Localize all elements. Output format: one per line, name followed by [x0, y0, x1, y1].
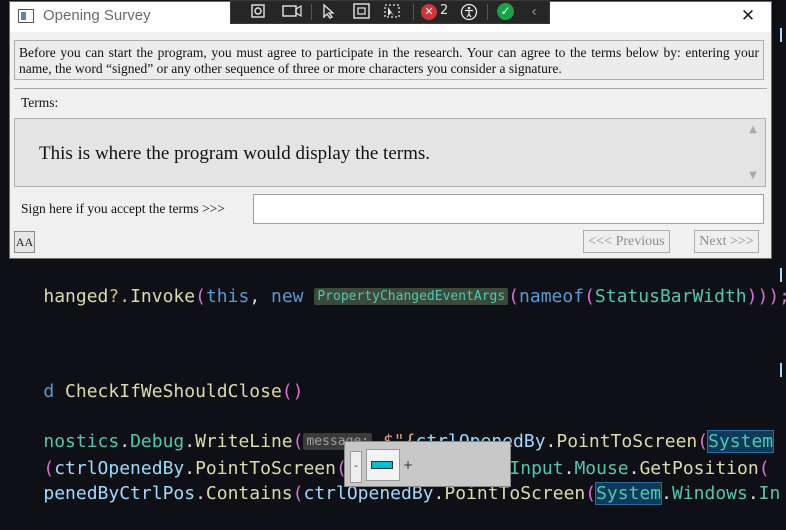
toolbar-separator — [311, 4, 312, 20]
code-token: ?. — [108, 286, 131, 307]
font-size-button[interactable]: AA — [14, 231, 35, 253]
code-token: () — [281, 381, 304, 402]
code-token: ( — [584, 286, 595, 307]
previous-button[interactable]: <<< Previous — [583, 230, 670, 253]
code-token: ( — [508, 286, 520, 307]
scroll-marker — [780, 268, 782, 282]
code-token: new — [271, 286, 304, 307]
code-token: PropertyChangedEventArgs — [314, 288, 509, 305]
toolbar-separator — [413, 4, 414, 20]
code-token: nameof — [519, 286, 585, 307]
terms-textbox[interactable]: This is where the program would display … — [14, 118, 766, 187]
opening-survey-dialog: Opening Survey ✕ Before you can start th… — [9, 1, 772, 259]
window-icon — [18, 9, 34, 23]
track-focus-icon[interactable] — [381, 3, 403, 21]
terms-label: Terms: — [21, 95, 59, 110]
collapse-icon[interactable]: ‹ — [527, 3, 541, 21]
zoom-in-button[interactable]: + — [403, 451, 413, 481]
window-title: Opening Survey — [43, 7, 151, 24]
code-token: Invoke — [130, 286, 196, 307]
errors-icon[interactable]: ✕ — [421, 4, 437, 20]
scroll-marker — [780, 363, 782, 377]
code-token: ( — [195, 286, 206, 307]
next-button[interactable]: Next >>> — [694, 230, 759, 253]
select-element-icon[interactable] — [319, 3, 341, 21]
scroll-up-icon[interactable]: ▲ — [747, 124, 759, 136]
binding-ok-icon[interactable]: ✓ — [497, 3, 514, 20]
xaml-dev-toolbar: ✕ 2 ✓ ‹ — [230, 0, 550, 24]
terms-body: This is where the program would display … — [39, 143, 431, 164]
code-token: StatusBarWidth — [594, 286, 747, 307]
accessibility-icon[interactable] — [459, 3, 479, 21]
code-token: ))); — [746, 286, 786, 307]
toolbar-separator — [487, 4, 488, 20]
divider — [14, 88, 767, 89]
zoom-slider[interactable] — [366, 449, 400, 481]
display-layout-adorners-icon[interactable] — [351, 3, 373, 21]
zoom-out-button[interactable]: - — [350, 451, 362, 483]
code-token: this — [205, 286, 250, 307]
code-token: hanged — [43, 286, 109, 307]
zoom-widget: - + — [344, 441, 511, 487]
live-visual-tree-icon[interactable] — [249, 3, 269, 21]
intro-text: Before you can start the program, you mu… — [14, 40, 764, 80]
error-count: 2 — [440, 3, 449, 18]
scroll-marker — [780, 28, 782, 42]
signature-label: Sign here if you accept the terms >>> — [21, 201, 225, 216]
code-token: CheckIfWeShouldClose — [65, 381, 282, 402]
code-line-3[interactable]: hanged?.Invoke(this, new PropertyChanged… — [0, 261, 786, 333]
close-button[interactable]: ✕ — [735, 4, 761, 28]
code-token: d — [43, 381, 55, 402]
signature-input[interactable] — [253, 194, 764, 224]
zoom-slider-fill — [371, 461, 393, 469]
code-token: , — [249, 286, 271, 307]
scroll-down-icon[interactable]: ▼ — [747, 170, 759, 182]
record-icon[interactable] — [281, 3, 303, 21]
